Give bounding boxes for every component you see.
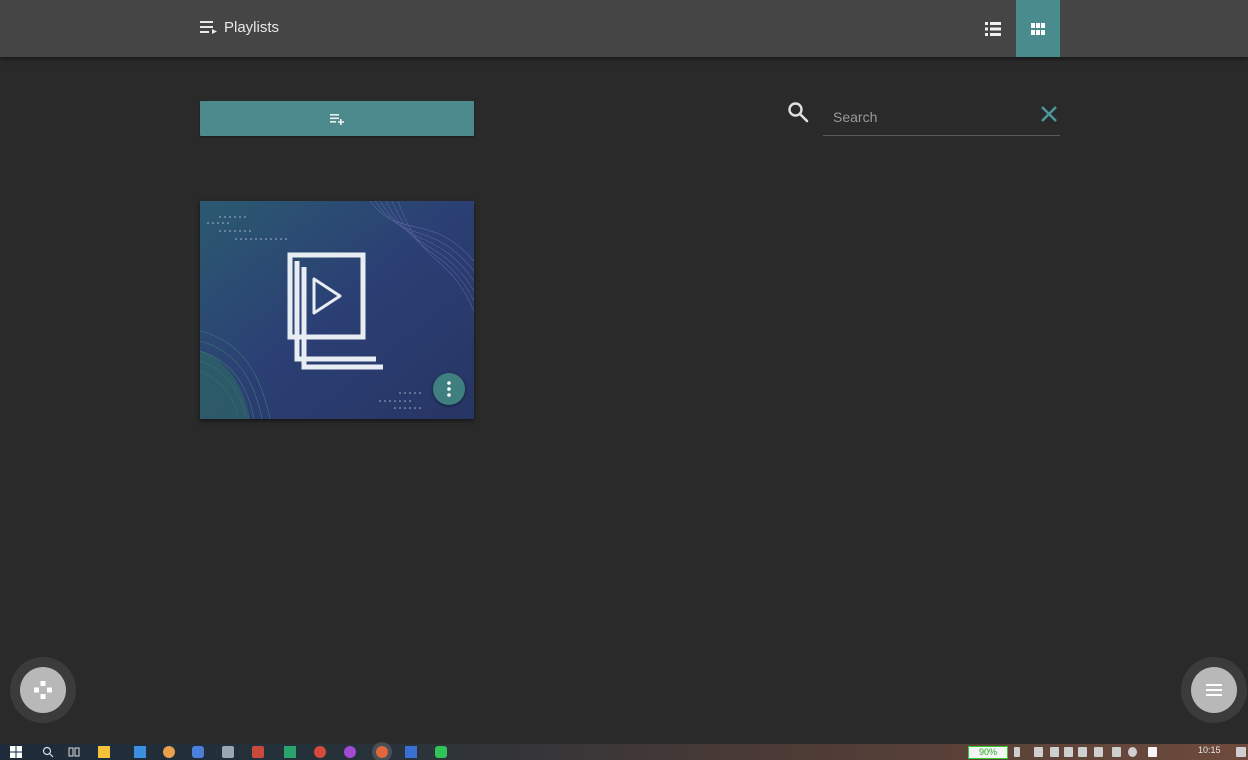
close-icon[interactable] <box>1038 103 1060 125</box>
playlist-card-menu-button[interactable] <box>433 373 465 405</box>
app-icon-1[interactable] <box>192 746 204 758</box>
playlist-icon <box>200 21 217 34</box>
language-icon[interactable] <box>1148 747 1157 757</box>
tray-icon-2[interactable] <box>1050 747 1059 757</box>
file-explorer-icon[interactable] <box>98 746 110 758</box>
grid-view-button[interactable] <box>1016 0 1060 57</box>
more-vertical-icon <box>447 381 451 397</box>
menu-button[interactable] <box>1191 667 1237 713</box>
taskbar-search-icon[interactable] <box>42 746 54 758</box>
list-view-button[interactable] <box>971 0 1015 57</box>
notifications-icon[interactable] <box>1236 747 1246 757</box>
taskbar-clock[interactable]: 10:15 <box>1198 745 1221 755</box>
task-view-icon[interactable] <box>68 746 80 758</box>
search-icon[interactable] <box>787 101 809 123</box>
search-input[interactable] <box>831 105 1035 129</box>
app-icon-4[interactable] <box>314 746 326 758</box>
chrome-icon[interactable] <box>376 746 388 758</box>
app-icon-3[interactable] <box>252 746 264 758</box>
battery-indicator[interactable]: 90% <box>968 746 1008 759</box>
tray-icon-1[interactable] <box>1014 747 1020 757</box>
volume-icon[interactable] <box>1094 747 1103 757</box>
app-icon-2[interactable] <box>222 746 234 758</box>
playlist-add-icon <box>330 113 344 125</box>
browser-icon[interactable] <box>163 746 175 758</box>
os-taskbar: 90% 10:15 <box>0 744 1248 760</box>
page-title: Playlists <box>200 16 279 38</box>
grid-view-icon <box>1031 22 1045 35</box>
excel-icon[interactable] <box>284 746 296 758</box>
gamepad-button[interactable] <box>20 667 66 713</box>
store-icon[interactable] <box>134 746 146 758</box>
tray-icon-4[interactable] <box>1078 747 1087 757</box>
gamepad-icon <box>34 681 52 699</box>
tray-chevron-icon[interactable] <box>1034 747 1043 757</box>
menu-icon <box>1206 684 1222 696</box>
chat-app-icon[interactable] <box>435 746 447 758</box>
search-field <box>823 97 1060 136</box>
windows-start-icon[interactable] <box>10 746 22 758</box>
top-app-bar: Playlists <box>0 0 1248 57</box>
network-icon[interactable] <box>1112 747 1121 757</box>
app-icon-5[interactable] <box>344 746 356 758</box>
list-view-icon <box>985 21 1001 36</box>
tray-icon-3[interactable] <box>1064 747 1073 757</box>
gamepad-fab <box>10 657 76 723</box>
tray-icon-5[interactable] <box>1128 747 1137 757</box>
page-title-label: Playlists <box>224 18 280 36</box>
new-playlist-button[interactable] <box>200 101 474 136</box>
app-icon-6[interactable] <box>405 746 417 758</box>
menu-fab <box>1181 657 1247 723</box>
